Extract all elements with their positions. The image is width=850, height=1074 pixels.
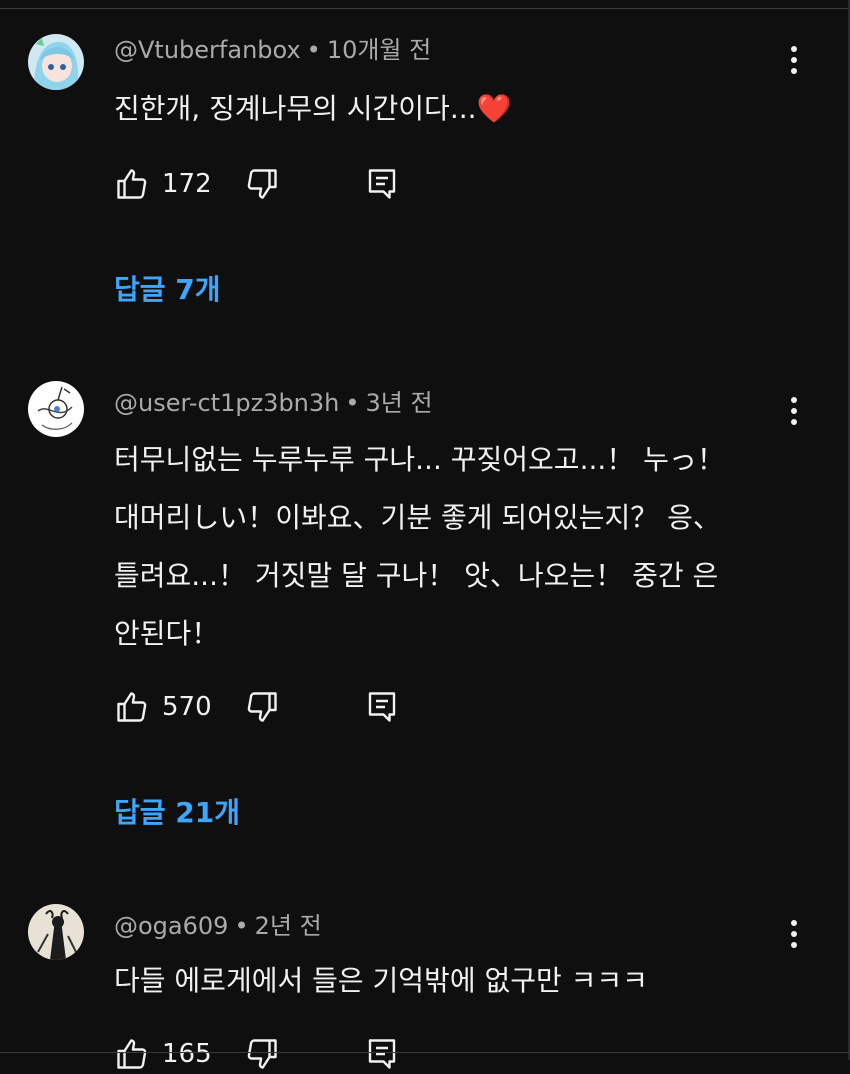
- like-count: 570: [162, 692, 212, 722]
- avatar[interactable]: [28, 34, 84, 90]
- thumbs-up-icon: [117, 692, 147, 722]
- like-count: 165: [162, 1039, 212, 1069]
- thumbs-down-icon: [247, 1039, 277, 1069]
- comment-text: 진한개, 징계나무의 시간이다...❤️: [114, 80, 794, 138]
- comment-meta: @user-ct1pz3bn3h • 3년 전: [114, 387, 433, 419]
- thumbs-down-icon: [247, 692, 277, 722]
- bottom-divider: [0, 1052, 850, 1053]
- like-count: 172: [162, 169, 212, 199]
- comment-meta: @Vtuberfanbox • 10개월 전: [114, 34, 431, 66]
- avatar[interactable]: [28, 381, 84, 437]
- replies-toggle[interactable]: 답글 21개: [114, 791, 240, 831]
- comment-time[interactable]: 3년 전: [366, 389, 433, 417]
- thumbs-down-icon: [247, 169, 277, 199]
- comment-meta: @oga609 • 2년 전: [114, 910, 322, 942]
- dislike-button[interactable]: [244, 164, 280, 204]
- reply-icon: [368, 1039, 396, 1069]
- comment-time[interactable]: 10개월 전: [327, 36, 431, 64]
- avatar-anime-girl-icon: [28, 34, 84, 90]
- like-button[interactable]: 570: [114, 687, 212, 727]
- reply-button[interactable]: [364, 687, 400, 727]
- comment-text: 터무니없는 누루누루 구나... 꾸짖어오고...！ 누っ！ 대머리しい！이봐요…: [114, 443, 725, 650]
- top-divider: [0, 0, 850, 9]
- comment-text-body: 진한개, 징계나무의 시간이다...: [114, 92, 477, 125]
- comment-text: 다들 에로게에서 들은 기억밖에 없구만 ㅋㅋㅋ: [114, 964, 648, 997]
- dislike-button[interactable]: [244, 1034, 280, 1074]
- like-button[interactable]: 165: [114, 1034, 212, 1074]
- comment-time[interactable]: 2년 전: [255, 912, 322, 940]
- comment-author[interactable]: @Vtuberfanbox: [114, 36, 301, 64]
- heart-emoji: ❤️: [476, 92, 512, 125]
- replies-toggle[interactable]: 답글 7개: [114, 268, 221, 308]
- meta-separator: •: [345, 389, 360, 417]
- more-vert-icon[interactable]: [782, 391, 806, 431]
- reply-button[interactable]: [364, 164, 400, 204]
- dislike-button[interactable]: [244, 687, 280, 727]
- meta-separator: •: [234, 912, 249, 940]
- reply-button[interactable]: [364, 1034, 400, 1074]
- comment-author[interactable]: @oga609: [114, 912, 228, 940]
- avatar-sketch-icon: [28, 381, 84, 437]
- more-vert-icon[interactable]: [782, 40, 806, 80]
- thumbs-up-icon: [117, 1039, 147, 1069]
- comment-author[interactable]: @user-ct1pz3bn3h: [114, 389, 339, 417]
- more-vert-icon[interactable]: [782, 914, 806, 954]
- like-button[interactable]: 172: [114, 164, 212, 204]
- reply-icon: [368, 692, 396, 722]
- meta-separator: •: [306, 36, 321, 64]
- thumbs-up-icon: [117, 169, 147, 199]
- avatar-figure-icon: [28, 904, 84, 960]
- reply-icon: [368, 169, 396, 199]
- avatar[interactable]: [28, 904, 84, 960]
